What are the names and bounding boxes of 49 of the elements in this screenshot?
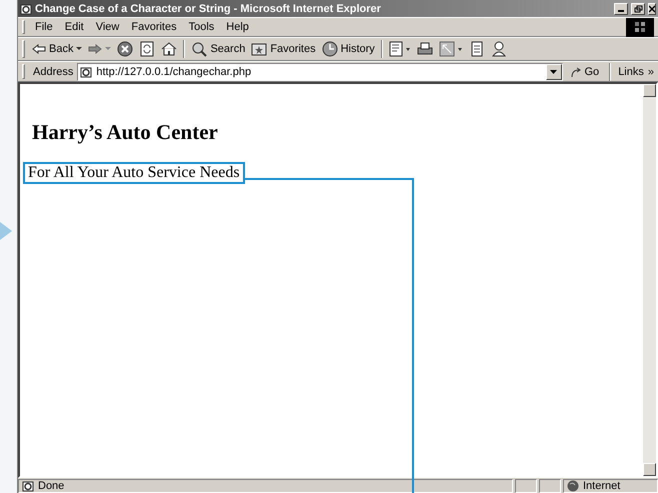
browser-icon: [20, 2, 32, 14]
menu-item[interactable]: View: [90, 21, 126, 33]
globe-icon: [567, 480, 579, 492]
menu-item[interactable]: Edit: [58, 21, 90, 33]
chevron: »: [648, 66, 654, 78]
tagline: For All Your Auto Service Needs: [23, 162, 245, 184]
pointer-arrow-icon: [0, 222, 12, 240]
page-heading: Harry’s Auto Center: [32, 120, 219, 145]
menu-item[interactable]: Tools: [182, 21, 220, 33]
status-text: Done: [38, 480, 64, 492]
search-button[interactable]: Search: [188, 41, 248, 57]
globe-clock-icon: [322, 41, 338, 57]
person-icon: [490, 41, 507, 57]
stop-icon: [117, 41, 134, 57]
menu-item[interactable]: File: [29, 21, 59, 33]
mail-icon: [388, 41, 411, 57]
caret-icon: [105, 47, 112, 51]
printer-icon: [416, 41, 433, 57]
links-label[interactable]: Links: [618, 66, 644, 78]
go-arrow-icon: [570, 66, 582, 78]
address-field[interactable]: http://127.0.0.1/changechar.php: [77, 62, 562, 80]
zone-text: Internet: [583, 480, 620, 492]
favorites-button[interactable]: Favorites: [248, 41, 319, 57]
edit-icon: [438, 41, 463, 57]
caret-icon: [76, 47, 82, 51]
page-icon: [22, 480, 34, 492]
home-icon: [161, 41, 178, 57]
refresh-icon: [139, 41, 156, 57]
windows-logo-icon: [626, 18, 654, 36]
back-button[interactable]: Back: [29, 43, 86, 55]
menu-item[interactable]: Favorites: [125, 21, 183, 33]
forward-arrow-icon: [88, 44, 102, 54]
scrollbar[interactable]: [643, 84, 656, 476]
history-button[interactable]: History: [318, 41, 378, 57]
back-arrow-icon: [32, 44, 46, 54]
restore-icon: [634, 4, 642, 12]
search-icon: [191, 41, 208, 57]
menu-item[interactable]: Help: [220, 21, 255, 33]
address-label: Address: [33, 66, 74, 78]
document-icon: [468, 41, 485, 57]
page-icon: [80, 66, 92, 78]
window-title: Change Case of a Character or String - Microsoft Internet Explorer: [35, 2, 382, 14]
restore-button[interactable]: [631, 2, 645, 14]
star-folder-icon: [251, 41, 268, 57]
minimize-button[interactable]: [614, 2, 628, 14]
minimize-icon: [618, 10, 624, 12]
close-button[interactable]: [648, 2, 656, 14]
close-icon: [649, 4, 655, 12]
go-button[interactable]: Go: [566, 66, 602, 78]
